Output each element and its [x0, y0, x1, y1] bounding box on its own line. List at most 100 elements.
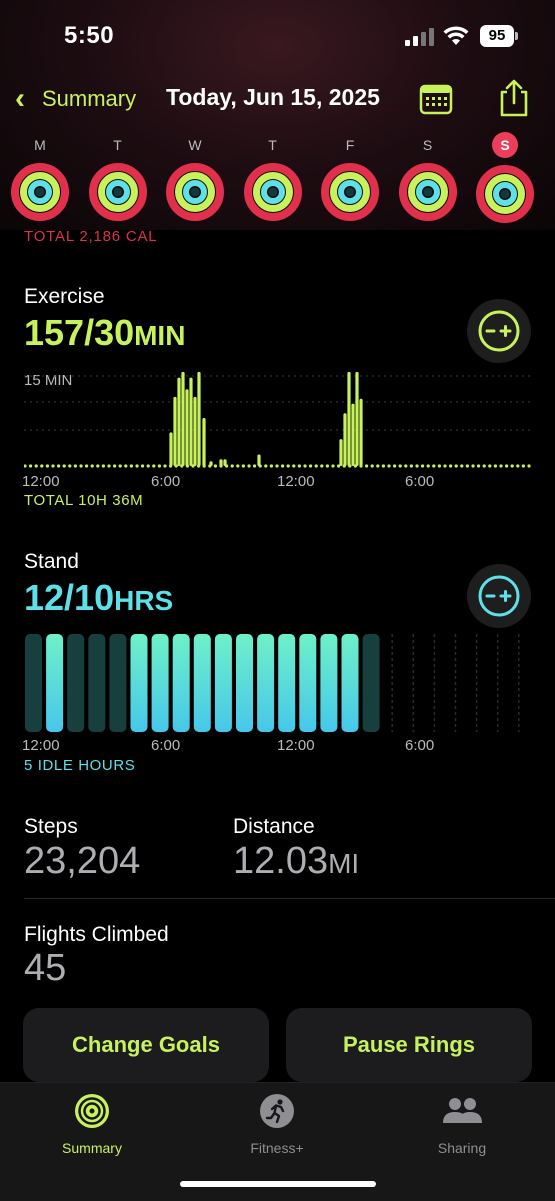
- exercise-baseline-dot: [241, 464, 245, 468]
- exercise-bar: [181, 371, 185, 466]
- status-time: 5:50: [64, 22, 115, 49]
- exercise-baseline-dot: [331, 464, 335, 468]
- day-3[interactable]: W: [165, 134, 225, 222]
- back-label: Summary: [42, 86, 137, 111]
- stand-axis-label-4: 6:00: [405, 737, 435, 754]
- exercise-baseline-dot: [24, 464, 27, 468]
- exercise-baseline-dot: [325, 464, 329, 468]
- day-1[interactable]: M: [10, 134, 70, 222]
- exercise-bar: [197, 371, 201, 466]
- exercise-baseline-dot: [309, 464, 313, 468]
- exercise-baseline-dot: [415, 464, 419, 468]
- stand-hour-bar: [25, 634, 42, 732]
- exercise-baseline-dot: [409, 464, 413, 468]
- steps-value: 23,204: [24, 840, 141, 882]
- exercise-bar: [169, 432, 173, 466]
- exercise-baseline-dot: [314, 464, 318, 468]
- exercise-baseline-dot: [253, 464, 257, 468]
- exercise-goal-adjust-button[interactable]: [467, 299, 531, 363]
- battery-level: 95: [480, 25, 514, 47]
- stand-goal-adjust-button[interactable]: [467, 564, 531, 628]
- day-4[interactable]: T: [243, 134, 303, 222]
- stand-hour-bar: [67, 634, 85, 732]
- exercise-value-unit: MIN: [134, 320, 186, 351]
- exercise-bar: [173, 396, 177, 466]
- activity-rings-icon: [88, 163, 147, 221]
- exercise-baseline-dot: [107, 464, 111, 468]
- stand-idle-hours: 5 IDLE HOURS: [24, 757, 136, 774]
- exercise-baseline-dot: [432, 464, 436, 468]
- exercise-baseline-dot: [146, 464, 150, 468]
- plus-minus-icon: [478, 575, 520, 617]
- exercise-bar: [347, 371, 351, 466]
- pause-rings-button[interactable]: Pause Rings: [286, 1008, 532, 1082]
- exercise-baseline-dot: [113, 464, 117, 468]
- exercise-baseline-dot: [85, 464, 89, 468]
- tab-sharing-label: Sharing: [437, 1140, 487, 1156]
- exercise-bar: [351, 403, 355, 466]
- home-indicator: [180, 1181, 376, 1187]
- exercise-value-number: 157/30: [24, 312, 135, 353]
- flights-label: Flights Climbed: [24, 923, 169, 946]
- exercise-baseline-dot: [510, 464, 514, 468]
- activity-rings-icon: [321, 163, 379, 221]
- week-strip: MTWTFSS: [10, 132, 545, 226]
- tab-fitness-plus-label: Fitness+: [250, 1140, 304, 1156]
- day-letter: S: [422, 137, 433, 153]
- exercise-baseline-dot: [381, 464, 385, 468]
- stand-hour-bar: [151, 634, 169, 732]
- chevron-left-icon: ‹: [15, 82, 25, 115]
- calendar-icon[interactable]: [418, 82, 454, 116]
- change-goals-button[interactable]: Change Goals: [23, 1008, 269, 1082]
- exercise-chart: [24, 371, 534, 468]
- stand-hour-bar: [109, 634, 127, 732]
- day-5[interactable]: F: [320, 134, 380, 222]
- rings-icon: [75, 1094, 109, 1128]
- day-2[interactable]: T: [88, 134, 148, 222]
- exercise-baseline-dot: [387, 464, 391, 468]
- plus-minus-icon: [478, 310, 520, 352]
- exercise-baseline-dot: [34, 464, 38, 468]
- exercise-baseline-dot: [275, 464, 279, 468]
- stand-hour-bar: [130, 634, 148, 732]
- exercise-bar: [219, 459, 223, 466]
- exercise-baseline-dot: [62, 464, 66, 468]
- exercise-baseline-dot: [129, 464, 133, 468]
- exercise-baseline-dot: [230, 464, 234, 468]
- exercise-baseline-dot: [482, 464, 486, 468]
- exercise-baseline-dot: [73, 464, 77, 468]
- day-6[interactable]: S: [398, 134, 458, 222]
- back-button[interactable]: ‹ Summary: [8, 82, 136, 116]
- exercise-baseline-dot: [527, 464, 531, 468]
- tab-fitness-plus[interactable]: Fitness+: [217, 1093, 337, 1156]
- page-title: Today, Jun 15, 2025: [166, 84, 380, 110]
- day-7[interactable]: S: [475, 132, 535, 224]
- exercise-bar: [339, 439, 343, 466]
- tab-sharing[interactable]: Sharing: [402, 1093, 522, 1156]
- stand-axis-label-2: 6:00: [151, 737, 181, 754]
- exercise-total: TOTAL 10H 36M: [24, 492, 144, 509]
- stand-hour-bar: [299, 634, 317, 732]
- exercise-axis-label-1: 12:00: [22, 473, 60, 490]
- exercise-baseline-dot: [135, 464, 139, 468]
- wifi-icon: [443, 26, 469, 45]
- stand-chart: [25, 634, 520, 732]
- exercise-baseline-dot: [505, 464, 509, 468]
- tab-summary[interactable]: Summary: [32, 1093, 152, 1156]
- exercise-baseline-dot: [465, 464, 469, 468]
- stand-hour-bar: [172, 634, 190, 732]
- exercise-baseline-dot: [90, 464, 94, 468]
- stand-hour-bar: [257, 634, 275, 732]
- stand-hour-bar: [88, 634, 106, 732]
- exercise-baseline-dot: [365, 464, 369, 468]
- stand-hour-bar: [278, 634, 296, 732]
- move-total: TOTAL 2,186 CAL: [24, 228, 158, 245]
- stand-axis-label-3: 12:00: [277, 737, 315, 754]
- exercise-baseline-dot: [398, 464, 402, 468]
- exercise-baseline-dot: [499, 464, 503, 468]
- exercise-axis-label-2: 6:00: [151, 473, 181, 490]
- exercise-baseline-dot: [421, 464, 425, 468]
- stand-hour-bar: [214, 634, 232, 732]
- share-icon[interactable]: [496, 78, 532, 118]
- day-letter: S: [492, 132, 518, 158]
